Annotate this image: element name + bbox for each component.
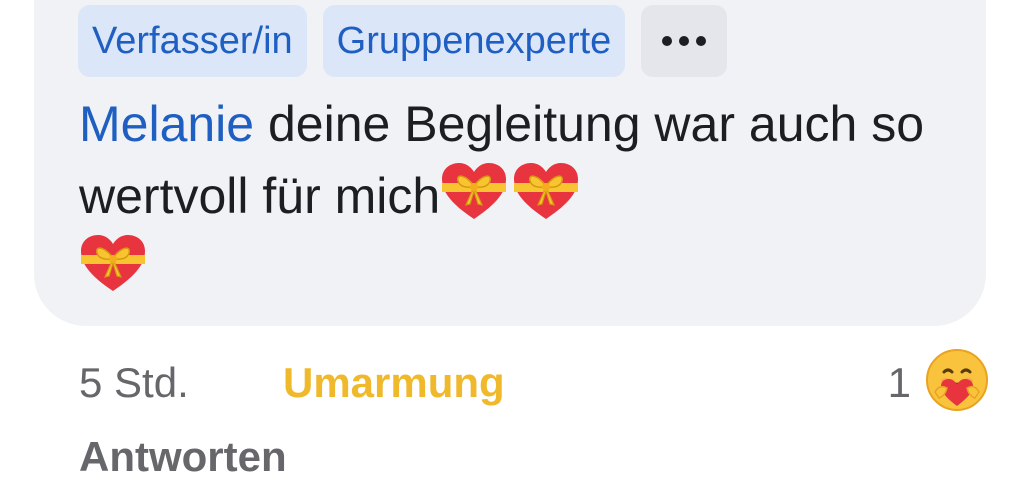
author-badge[interactable]: Verfasser/in bbox=[78, 5, 307, 77]
mention-link[interactable]: Melanie bbox=[79, 96, 254, 152]
heart-with-ribbon-icon bbox=[79, 233, 147, 295]
heart-with-ribbon-icon bbox=[512, 161, 580, 223]
more-dots-icon bbox=[662, 36, 673, 46]
timestamp[interactable]: 5 Std. bbox=[79, 352, 189, 414]
comment-text: Melanie deine Begleitung war auch so wer… bbox=[79, 88, 939, 304]
more-dots-icon bbox=[679, 36, 690, 46]
heart-with-ribbon-icon bbox=[440, 161, 508, 223]
more-options-button[interactable] bbox=[641, 5, 728, 77]
reply-button[interactable]: Antworten bbox=[79, 426, 287, 488]
group-expert-badge[interactable]: Gruppenexperte bbox=[322, 5, 626, 77]
reaction-count[interactable]: 1 bbox=[888, 352, 911, 414]
badge-row: Verfasser/in Gruppenexperte bbox=[78, 5, 728, 77]
comment-meta-row: 5 Std. Umarmung 1 bbox=[79, 349, 989, 414]
more-dots-icon bbox=[696, 36, 707, 46]
reaction-button[interactable]: Umarmung bbox=[283, 352, 505, 414]
care-hug-emoji-icon[interactable] bbox=[925, 348, 989, 412]
